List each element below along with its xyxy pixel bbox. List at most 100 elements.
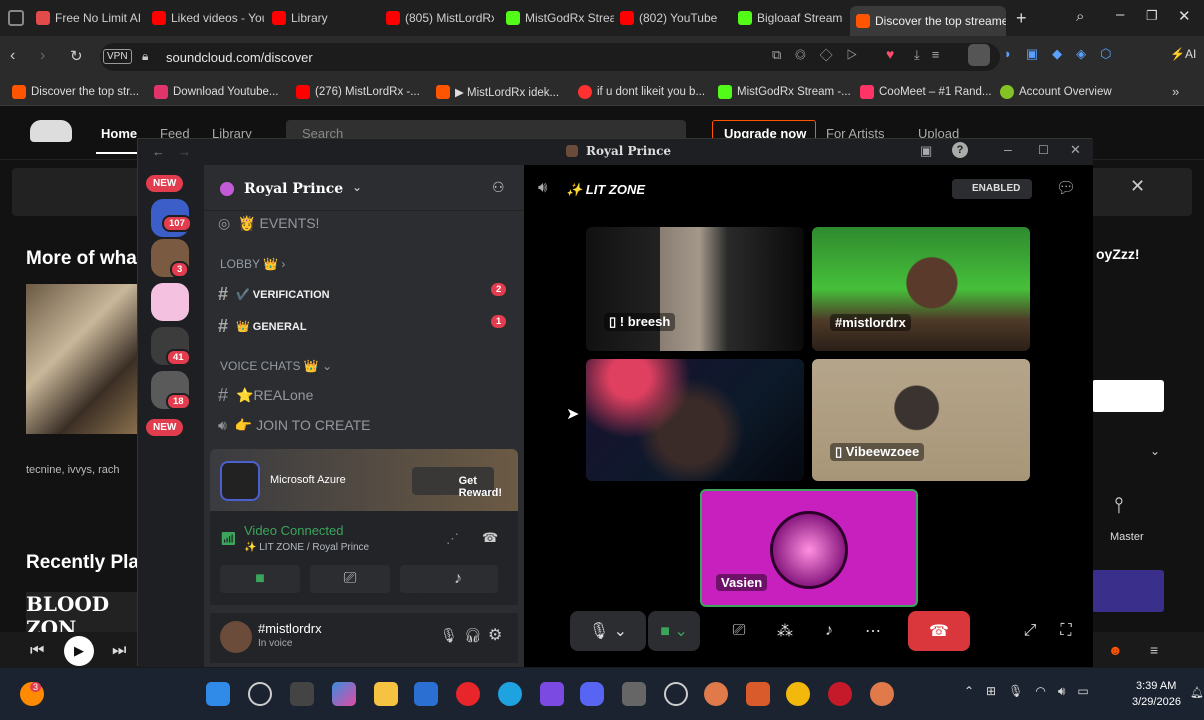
extensions-icons[interactable]: ◗▣◆◈⬡ <box>1004 46 1125 62</box>
app-icon-3[interactable] <box>870 682 894 706</box>
bookmark-3[interactable]: ▶ MistLordRx idek... <box>436 85 559 99</box>
close-banner-icon[interactable]: ✕ <box>1130 176 1145 197</box>
back-icon[interactable]: ‹ <box>10 47 15 65</box>
forward-arrow-icon[interactable]: → <box>178 144 191 159</box>
chrome-icon[interactable] <box>786 682 810 706</box>
channel-events[interactable]: ◎ 👸 EVENTS! <box>218 215 319 232</box>
search-tabs-icon[interactable]: ⌕ <box>1076 8 1084 25</box>
bookmark-4[interactable]: if u dont likeit you b... <box>578 85 705 99</box>
tab-actions-icon[interactable] <box>8 10 24 26</box>
camera-button[interactable]: ■ ⌄ <box>648 611 700 651</box>
soundboard-button[interactable]: ♪ <box>808 611 850 651</box>
clock-time[interactable]: 3:39 AM <box>1136 680 1176 692</box>
forward-icon[interactable]: › <box>40 47 45 65</box>
heart-icon[interactable]: ♥ <box>886 46 894 62</box>
edge-icon[interactable] <box>498 682 522 706</box>
camera-app-icon[interactable] <box>622 682 646 706</box>
channel-general[interactable]: # 👑 GENERAL <box>218 316 307 337</box>
soundcloud-logo-icon[interactable] <box>30 120 72 142</box>
bookmark-7[interactable]: Account Overview <box>1000 85 1112 99</box>
camera-button[interactable]: ■ <box>220 565 300 593</box>
url-text[interactable]: soundcloud.com/discover <box>166 50 313 65</box>
windows-start-icon[interactable] <box>206 682 230 706</box>
settings-icon[interactable] <box>664 682 688 706</box>
server-icon-3[interactable] <box>151 283 189 321</box>
ai-icon[interactable]: ⚡AI <box>1170 47 1196 61</box>
close-icon[interactable]: ✕ <box>1070 142 1081 158</box>
search-icon[interactable] <box>248 682 272 706</box>
video-tile-breesh[interactable]: ▯ ! breesh <box>586 227 804 351</box>
blood-zone-art[interactable]: BLOOD ZON <box>26 592 138 632</box>
tab-7-active[interactable]: Discover the top streamers <box>850 6 1006 36</box>
soundboard-button[interactable]: ♪ <box>418 565 498 593</box>
channel-verification[interactable]: # ✔️ VERIFICATION <box>218 284 330 305</box>
tab-4[interactable]: MistGodRx Stream <box>506 6 614 30</box>
category-lobby[interactable]: LOBBY 👑 › <box>220 257 285 271</box>
nav-home[interactable]: Home <box>101 126 137 141</box>
tab-3[interactable]: (805) MistLordRx <box>386 6 494 30</box>
share-screen-button[interactable]: ⎚ <box>718 611 760 651</box>
task-view-icon[interactable] <box>290 682 314 706</box>
file-explorer-icon[interactable] <box>374 682 398 706</box>
previous-icon[interactable]: ⏮ <box>30 642 44 660</box>
mute-button[interactable]: 🎙︎ ⌄ <box>570 611 646 651</box>
signal-icon[interactable]: 📶︎ <box>220 531 237 547</box>
back-arrow-icon[interactable]: ← <box>152 144 165 159</box>
new-tab-button[interactable]: + <box>1016 8 1027 29</box>
profile-icon[interactable] <box>968 44 990 66</box>
tab-6[interactable]: Bigloaaf Stream <box>738 6 842 30</box>
maximize-icon[interactable]: ☐ <box>1038 143 1049 157</box>
microphone-icon[interactable]: 🎙︎ <box>440 627 458 644</box>
tab-5[interactable]: (802) YouTube <box>620 6 728 30</box>
reload-icon[interactable]: ↻ <box>70 47 83 65</box>
minimize-icon[interactable]: – <box>1004 141 1012 157</box>
discord-icon[interactable] <box>580 682 604 706</box>
toolbar-icons[interactable]: ⤓≡ <box>914 47 951 63</box>
app-icon-1[interactable] <box>704 682 728 706</box>
video-tile-mistlordrx[interactable]: #mistlordrx <box>812 227 1030 351</box>
album-art[interactable] <box>26 284 138 434</box>
opera-icon[interactable] <box>456 682 480 706</box>
bookmark-0[interactable]: Discover the top str... <box>12 85 139 99</box>
leave-call-button[interactable]: ☎ <box>908 611 970 651</box>
promo-card[interactable] <box>1092 570 1164 612</box>
chat-icon[interactable]: 💬︎ <box>1056 178 1076 198</box>
vpn-badge[interactable]: VPN <box>103 49 132 64</box>
tab-1[interactable]: Liked videos - You <box>152 6 264 30</box>
bookmark-6[interactable]: CooMeet – #1 Rand... <box>860 85 992 99</box>
app-icon-2[interactable] <box>746 682 770 706</box>
pop-out-icon[interactable]: ⤢ <box>1014 611 1046 651</box>
share-screen-button[interactable]: ⎚ <box>310 565 390 593</box>
user-avatar-icon[interactable]: ☻ <box>1108 642 1123 658</box>
play-button[interactable]: ▶ <box>64 636 94 666</box>
clock-date[interactable]: 3/29/2026 <box>1132 696 1181 708</box>
bookmark-2[interactable]: (276) MistLordRx -... <box>296 85 420 99</box>
address-actions-icons[interactable]: ⧉◎◇▷ <box>772 47 871 63</box>
activities-button[interactable]: ⁂ <box>764 611 806 651</box>
headphones-icon[interactable]: 🎧︎ <box>464 627 482 644</box>
tab-2[interactable]: Library <box>272 6 372 30</box>
more-options-button[interactable]: ⋯ <box>852 611 894 651</box>
video-tile-vibeewzoee[interactable]: ▯ Vibeewzoee <box>812 359 1030 481</box>
channel-realone[interactable]: # ⭐REALone <box>218 385 313 406</box>
add-member-icon[interactable]: ⚇ <box>492 179 505 196</box>
opera-gx-icon[interactable] <box>828 682 852 706</box>
chevron-down-icon[interactable]: ⌄ <box>352 180 362 194</box>
queue-icon[interactable]: ≡ <box>1150 642 1158 658</box>
lock-icon[interactable]: 🔒︎ <box>142 49 148 64</box>
channel-join-to-create[interactable]: 🔊︎ 👉 JOIN TO CREATE <box>218 417 371 434</box>
follow-button[interactable] <box>1092 380 1164 412</box>
tab-0[interactable]: Free No Limit AI I <box>36 6 144 30</box>
mail-icon[interactable] <box>414 682 438 706</box>
system-tray-icons[interactable]: ⌃⊞🎙︎◠🔊︎▭ <box>964 684 1101 699</box>
close-window-icon[interactable]: ✕ <box>1178 7 1191 25</box>
bookmark-5[interactable]: MistGodRx Stream -... <box>718 85 851 99</box>
video-tile-camera[interactable] <box>586 359 804 481</box>
next-icon[interactable]: ⏭ <box>112 642 126 660</box>
minimize-icon[interactable]: – <box>1116 6 1124 23</box>
category-voice-chats[interactable]: VOICE CHATS 👑 ⌄ <box>220 359 332 373</box>
disconnect-icon[interactable]: ☎ <box>482 530 498 546</box>
more-bookmarks-icon[interactable]: » <box>1172 84 1179 99</box>
video-editor-icon[interactable] <box>540 682 564 706</box>
fullscreen-icon[interactable]: ⛶ <box>1050 611 1082 651</box>
